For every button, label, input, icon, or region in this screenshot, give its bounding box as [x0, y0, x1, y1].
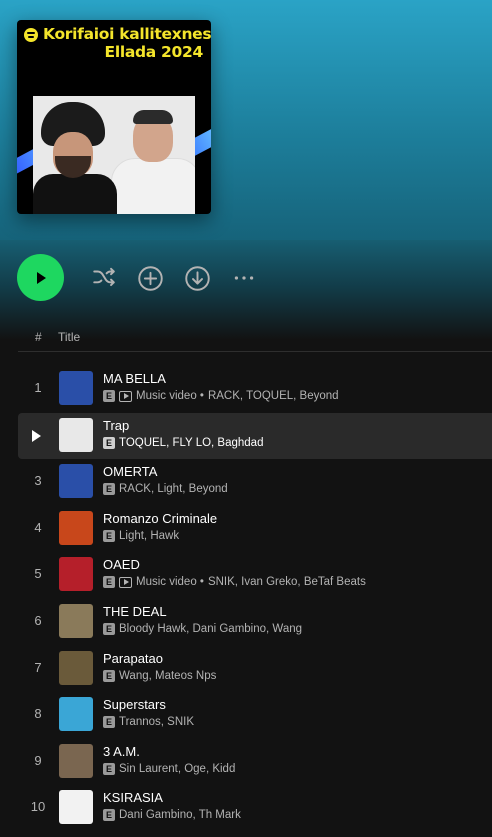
- track-artists[interactable]: Sin Laurent, Oge, Kidd: [119, 763, 235, 775]
- more-icon: [234, 276, 254, 280]
- track-subtitle: E TOQUEL, FLY LO, Baghdad: [103, 437, 263, 449]
- track-artists[interactable]: Bloody Hawk, Dani Gambino, Wang: [119, 623, 302, 635]
- track-artwork: [59, 651, 93, 685]
- track-artwork: [59, 697, 93, 731]
- tracklist-header: # Title: [18, 324, 492, 352]
- explicit-badge: E: [103, 670, 115, 682]
- explicit-badge: E: [103, 809, 115, 821]
- track-title[interactable]: MA BELLA: [103, 371, 166, 386]
- track-number: 4: [34, 520, 42, 535]
- download-button[interactable]: [183, 264, 211, 292]
- track-number: 7: [34, 660, 42, 675]
- track-number: 5: [34, 566, 42, 581]
- track-subtitle: E Music video • RACK, TOQUEL, Beyond: [103, 390, 339, 402]
- explicit-badge: E: [103, 530, 115, 542]
- spotify-logo-icon: [24, 28, 38, 42]
- track-number: 6: [34, 613, 42, 628]
- track-subtitle: E Sin Laurent, Oge, Kidd: [103, 763, 235, 775]
- track-title[interactable]: 3 A.M.: [103, 744, 140, 759]
- shuffle-icon: [93, 267, 115, 287]
- track-title[interactable]: Superstars: [103, 697, 166, 712]
- track-number: 3: [34, 473, 42, 488]
- track-artists[interactable]: Trannos, SNIK: [119, 716, 194, 728]
- track-row[interactable]: 3 OMERTA E RACK, Light, Beyond: [18, 459, 492, 505]
- add-circle-icon: [137, 265, 163, 291]
- playlist-cover[interactable]: Korifaioi kallitexnes Ellada 2024: [17, 20, 211, 214]
- track-title[interactable]: OAED: [103, 557, 140, 572]
- track-artwork: [59, 371, 93, 405]
- play-icon: [36, 271, 46, 284]
- cover-photo: [33, 96, 195, 214]
- track-artwork: [59, 604, 93, 638]
- track-row[interactable]: 5 OAED E Music video • SNIK, Ivan Greko, BeT…: [18, 552, 492, 598]
- row-play-icon[interactable]: [32, 430, 41, 442]
- track-artists[interactable]: Wang, Mateos Nps: [119, 670, 216, 682]
- track-title[interactable]: THE DEAL: [103, 604, 167, 619]
- music-video-label: Music video •: [136, 390, 204, 402]
- explicit-badge: E: [103, 483, 115, 495]
- track-artists[interactable]: Light, Hawk: [119, 530, 179, 542]
- track-row[interactable]: 4 Romanzo Criminale E Light, Hawk: [18, 506, 492, 552]
- music-video-icon: [119, 390, 132, 402]
- cover-title-line2: Ellada 2024: [104, 43, 204, 61]
- music-video-label: Music video •: [136, 576, 204, 588]
- track-title[interactable]: Trap: [103, 418, 129, 433]
- track-subtitle: E Light, Hawk: [103, 530, 179, 542]
- cover-title-line1: Korifaioi kallitexnes: [43, 25, 211, 43]
- track-title[interactable]: Parapatao: [103, 651, 163, 666]
- column-number-header: #: [35, 330, 42, 344]
- explicit-badge: E: [103, 763, 115, 775]
- track-artists[interactable]: RACK, Light, Beyond: [119, 483, 228, 495]
- track-row[interactable]: 8 Superstars E Trannos, SNIK: [18, 692, 492, 738]
- track-number: 8: [34, 706, 42, 721]
- track-artwork: [59, 464, 93, 498]
- track-number: 1: [34, 380, 42, 395]
- column-title-header[interactable]: Title: [58, 330, 80, 344]
- more-options-button[interactable]: [230, 264, 258, 292]
- download-icon: [184, 265, 210, 291]
- explicit-badge: E: [103, 716, 115, 728]
- track-subtitle: E Bloody Hawk, Dani Gambino, Wang: [103, 623, 302, 635]
- track-artists[interactable]: RACK, TOQUEL, Beyond: [208, 390, 339, 402]
- track-title[interactable]: OMERTA: [103, 464, 157, 479]
- music-video-icon: [119, 576, 132, 588]
- track-subtitle: E Dani Gambino, Th Mark: [103, 809, 241, 821]
- track-title[interactable]: Romanzo Criminale: [103, 511, 217, 526]
- track-artists[interactable]: SNIK, Ivan Greko, BeTaf Beats: [208, 576, 366, 588]
- track-row[interactable]: 1 MA BELLA E Music video • RACK, TOQUEL, Bey…: [18, 366, 492, 412]
- track-row[interactable]: 10 KSIRASIA E Dani Gambino, Th Mark: [18, 785, 492, 831]
- track-artwork: [59, 744, 93, 778]
- track-number: 9: [34, 753, 42, 768]
- track-artwork: [59, 418, 93, 452]
- track-row[interactable]: 7 Parapatao E Wang, Mateos Nps: [18, 646, 492, 692]
- track-artwork: [59, 511, 93, 545]
- track-subtitle: E RACK, Light, Beyond: [103, 483, 228, 495]
- explicit-badge: E: [103, 437, 115, 449]
- track-artwork: [59, 790, 93, 824]
- add-to-library-button[interactable]: [136, 264, 164, 292]
- playlist-header: Korifaioi kallitexnes Ellada 2024: [0, 0, 492, 240]
- track-artists[interactable]: Dani Gambino, Th Mark: [119, 809, 241, 821]
- play-button[interactable]: [17, 254, 64, 301]
- track-number: 10: [30, 799, 46, 814]
- explicit-badge: E: [103, 623, 115, 635]
- track-subtitle: E Trannos, SNIK: [103, 716, 194, 728]
- track-row[interactable]: Trap E TOQUEL, FLY LO, Baghdad: [18, 413, 492, 459]
- shuffle-button[interactable]: [90, 264, 118, 292]
- track-row[interactable]: 9 3 A.M. E Sin Laurent, Oge, Kidd: [18, 739, 492, 785]
- track-artwork: [59, 557, 93, 591]
- track-row[interactable]: 6 THE DEAL E Bloody Hawk, Dani Gambino, Wan…: [18, 599, 492, 645]
- explicit-badge: E: [103, 576, 115, 588]
- explicit-badge: E: [103, 390, 115, 402]
- track-subtitle: E Wang, Mateos Nps: [103, 670, 216, 682]
- track-subtitle: E Music video • SNIK, Ivan Greko, BeTaf Be…: [103, 576, 366, 588]
- track-artists[interactable]: TOQUEL, FLY LO, Baghdad: [119, 437, 263, 449]
- track-title[interactable]: KSIRASIA: [103, 790, 163, 805]
